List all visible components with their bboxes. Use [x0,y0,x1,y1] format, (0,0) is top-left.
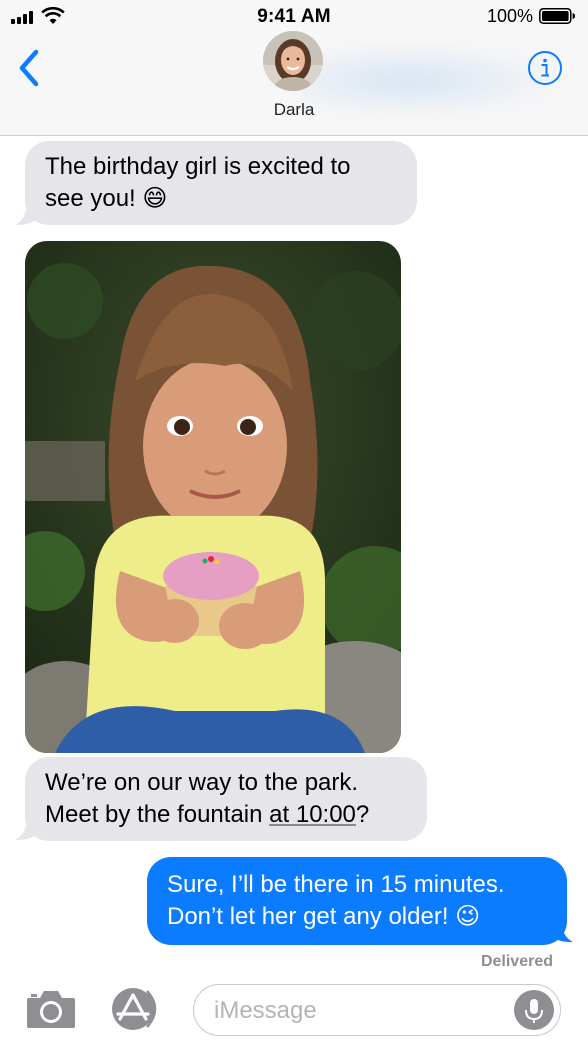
info-icon[interactable] [527,50,563,86]
time-link[interactable]: at 10:00 [269,801,356,828]
battery-icon [539,8,575,24]
input-placeholder: iMessage [214,997,317,1024]
message-text: Meet by the fountain [45,801,270,828]
microphone-icon[interactable] [514,990,554,1030]
delivered-status: Delivered [480,953,553,970]
app-store-icon[interactable] [107,986,165,1032]
incoming-message-bubble[interactable]: The birthday girl is excited to see you!… [25,141,417,225]
message-line: see you! 😄 [45,185,168,212]
message-line: Don’t let her get any older! 😉 [167,903,481,930]
message-line: The birthday girl is excited to [45,153,351,180]
contact-name[interactable]: Darla [0,100,588,120]
conversation-header: 9:41 AM 100% Darla [0,0,588,136]
bubble-tail [15,816,43,841]
message-line: Meet by the fountain at 10:00? [45,799,407,831]
back-chevron-icon[interactable] [14,48,46,88]
message-input[interactable]: iMessage [193,984,561,1036]
incoming-message-bubble[interactable]: We’re on our way to the park. Meet by th… [25,757,427,841]
photo-message[interactable] [25,241,401,753]
status-bar: 9:41 AM 100% [0,0,588,34]
message-line: Sure, I’ll be there in 15 minutes. [167,871,505,898]
contact-avatar[interactable] [263,31,323,91]
message-line: We’re on our way to the park. [45,769,359,796]
message-text: ? [355,801,370,828]
bubble-tail [15,201,43,226]
outgoing-message-bubble[interactable]: Sure, I’ll be there in 15 minutes. Don’t… [147,857,567,945]
camera-icon[interactable] [25,988,77,1030]
battery-percent: 100% [486,6,533,26]
bubble-tail [545,918,573,943]
